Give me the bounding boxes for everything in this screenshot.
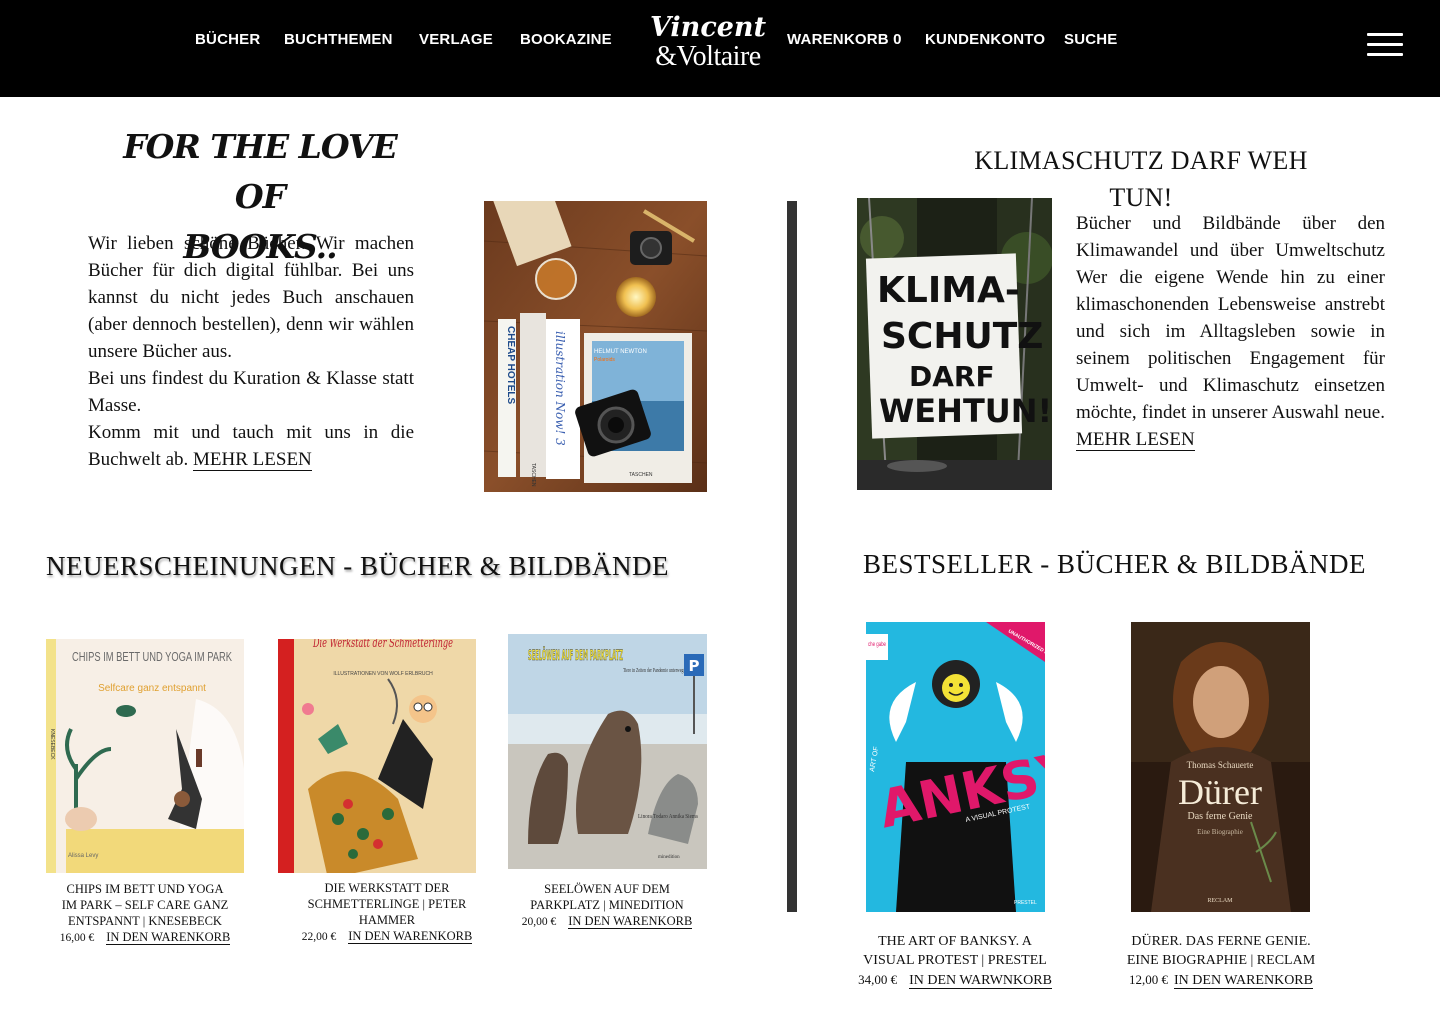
product-price-duerer: 12,00 € <box>1129 972 1169 987</box>
nav-bookazine[interactable]: BOOKAZINE <box>520 31 612 48</box>
nav-verlage[interactable]: VERLAGE <box>419 31 493 48</box>
klima-sign-line-2: SCHUTZ <box>881 316 1043 357</box>
new-releases-heading: NEUERSCHEINUNGEN - BÜCHER & BILDBÄNDE <box>46 551 669 581</box>
klima-text: Bücher und Bildbände über den Klimawande… <box>1076 210 1385 453</box>
product-title-schmetterlinge: DIE WERKSTATT DER SCHMETTERLINGE | PETER… <box>307 881 467 927</box>
duerer-cover-author: Thomas Schauerte <box>1187 760 1254 770</box>
product-price-banksy: 34,00 € <box>858 972 898 987</box>
vertical-divider <box>787 201 797 912</box>
schmetterlinge-cover-subtitle: ILLUSTRATIONEN VON WOLF ERLBRUCH <box>333 671 433 677</box>
intro-paragraph-1: Wir lieben schöne Bücher. Wir machen Büc… <box>88 233 414 362</box>
product-title-duerer: DÜRER. DAS FERNE GENIE. EINE BIOGRAPHIE … <box>1126 934 1316 968</box>
product-cover-chips[interactable]: CHIPS IM BETT UND YOGA IM PARK Selfcare … <box>46 639 244 873</box>
klima-sign-line-3: DARF <box>909 360 995 393</box>
klima-text-body: Bücher und Bildbände über den Klimawande… <box>1076 213 1385 423</box>
add-to-cart-schmetterlinge[interactable]: IN DEN WARENKORB <box>348 929 473 944</box>
photo-book-cheap-hotels: CHEAP HOTELS <box>505 326 516 404</box>
photo-book-newton-title: HELMUT NEWTON <box>594 349 647 355</box>
product-title-chips: CHIPS IM BETT UND YOGA IM PARK – SELF CA… <box>61 882 229 928</box>
duerer-cover-note: Eine Biographie <box>1197 828 1243 836</box>
product-cover-seeloewen[interactable]: SEELÖWEN AUF DEM PARKPLATZ Tiere in Zeit… <box>508 634 707 869</box>
nav-buecher[interactable]: BÜCHER <box>195 31 260 48</box>
klima-sign-line-1: KLIMA- <box>877 270 1020 311</box>
product-cover-duerer[interactable]: Thomas Schauerte Dürer Das ferne Genie E… <box>1131 622 1310 912</box>
duerer-cover-publisher: RECLAM <box>1207 898 1233 904</box>
product-price-seeloewen: 20,00 € <box>521 916 557 928</box>
product-caption-banksy: THE ART OF BANKSY. A VISUAL PROTEST | PR… <box>852 932 1058 990</box>
nav-kundenkonto[interactable]: KUNDENKONTO <box>925 31 1045 48</box>
logo-line-2: &Voltaire <box>655 41 761 72</box>
add-to-cart-banksy[interactable]: IN DEN WARWNKORB <box>909 973 1052 989</box>
chips-cover-author: Alissa Levy <box>68 853 98 859</box>
parking-sign-icon: P <box>689 657 700 675</box>
klima-more-link[interactable]: MEHR LESEN <box>1076 429 1195 451</box>
banksy-cover-corner: che gabe <box>868 642 886 648</box>
klima-protest-photo: KLIMA- SCHUTZ DARF WEHTUN! <box>857 198 1052 490</box>
nav-buchthemen[interactable]: BUCHTHEMEN <box>284 31 393 48</box>
schmetterlinge-cover-title: Die Werkstatt der Schmetterlinge <box>312 639 453 651</box>
seeloewen-cover-author: Linora Todaro Annika Siems <box>638 814 699 820</box>
banksy-cover-publisher: PRESTEL <box>1014 900 1037 906</box>
site-logo[interactable]: Vincent &Voltaire <box>648 14 768 82</box>
seeloewen-cover-title: SEELÖWEN AUF DEM PARKPLATZ <box>528 646 623 664</box>
product-cover-banksy[interactable]: UNAUTHORIZED & UNO che gabe ANKSY A VISU… <box>866 622 1045 912</box>
product-price-schmetterlinge: 22,00 € <box>301 931 337 943</box>
photo-book-newton-sub: Polaroids <box>594 357 615 363</box>
hamburger-menu-icon[interactable] <box>1367 33 1403 57</box>
product-caption-duerer: DÜRER. DAS FERNE GENIE. EINE BIOGRAPHIE … <box>1122 932 1320 990</box>
intro-more-link[interactable]: MEHR LESEN <box>193 449 312 471</box>
top-navigation-bar: BÜCHER BUCHTHEMEN VERLAGE BOOKAZINE Vinc… <box>0 0 1440 97</box>
photo-book-taschen-label-2: TASCHEN <box>530 463 536 487</box>
seeloewen-cover-publisher: minedition <box>658 855 680 860</box>
product-cover-schmetterlinge[interactable]: Die Werkstatt der Schmetterlinge ILLUSTR… <box>278 639 476 873</box>
intro-paragraph-2: Bei uns findest du Kuration & Klasse sta… <box>88 368 414 416</box>
product-caption-schmetterlinge: DIE WERKSTATT DER SCHMETTERLINGE | PETER… <box>300 880 474 945</box>
chips-cover-subtitle: Selfcare ganz entspannt <box>98 683 206 694</box>
photo-book-illustration-now: illustration Now! 3 <box>553 331 567 446</box>
chips-cover-spine: KNESEBECK <box>49 729 55 760</box>
add-to-cart-chips[interactable]: IN DEN WARENKORB <box>106 930 231 945</box>
klima-sign-line-4: WEHTUN! <box>879 392 1052 430</box>
photo-book-taschen-label-1: TASCHEN <box>629 472 653 478</box>
chips-cover-title: CHIPS IM BETT UND YOGA IM PARK <box>72 649 232 664</box>
intro-text: Wir lieben schöne Bücher. Wir machen Büc… <box>88 230 414 473</box>
add-to-cart-seeloewen[interactable]: IN DEN WARENKORB <box>568 914 693 929</box>
product-price-chips: 16,00 € <box>59 932 95 944</box>
product-caption-chips: CHIPS IM BETT UND YOGA IM PARK – SELF CA… <box>58 881 232 946</box>
nav-suche[interactable]: SUCHE <box>1064 31 1118 48</box>
duerer-cover-title: Dürer <box>1178 772 1262 812</box>
nav-warenkorb[interactable]: WARENKORB 0 <box>787 31 902 48</box>
logo-line-1: Vincent <box>649 12 767 43</box>
intro-books-photo: CHEAP HOTELS illustration Now! 3 HELMUT … <box>484 201 707 492</box>
intro-title-line-1: FOR THE LOVE OF <box>123 127 398 216</box>
product-title-seeloewen: SEELÖWEN AUF DEM PARKPLATZ | MINEDITION <box>530 882 684 912</box>
duerer-cover-subtitle: Das ferne Genie <box>1188 811 1254 822</box>
add-to-cart-duerer[interactable]: IN DEN WARENKORB <box>1174 973 1313 989</box>
seeloewen-cover-subtitle: Tiere in Zeiten der Pandemie unterwegs <box>623 668 685 674</box>
klima-title-line-1: KLIMASCHUTZ DARF WEH <box>974 146 1308 175</box>
bestsellers-heading: BESTSELLER - BÜCHER & BILDBÄNDE <box>863 549 1367 579</box>
intro-paragraph-3: Komm mit und tauch mit uns in die Buchwe… <box>88 419 414 473</box>
product-title-banksy: THE ART OF BANKSY. A VISUAL PROTEST | PR… <box>863 934 1047 968</box>
product-caption-seeloewen: SEELÖWEN AUF DEM PARKPLATZ | MINEDITION … <box>520 881 694 930</box>
